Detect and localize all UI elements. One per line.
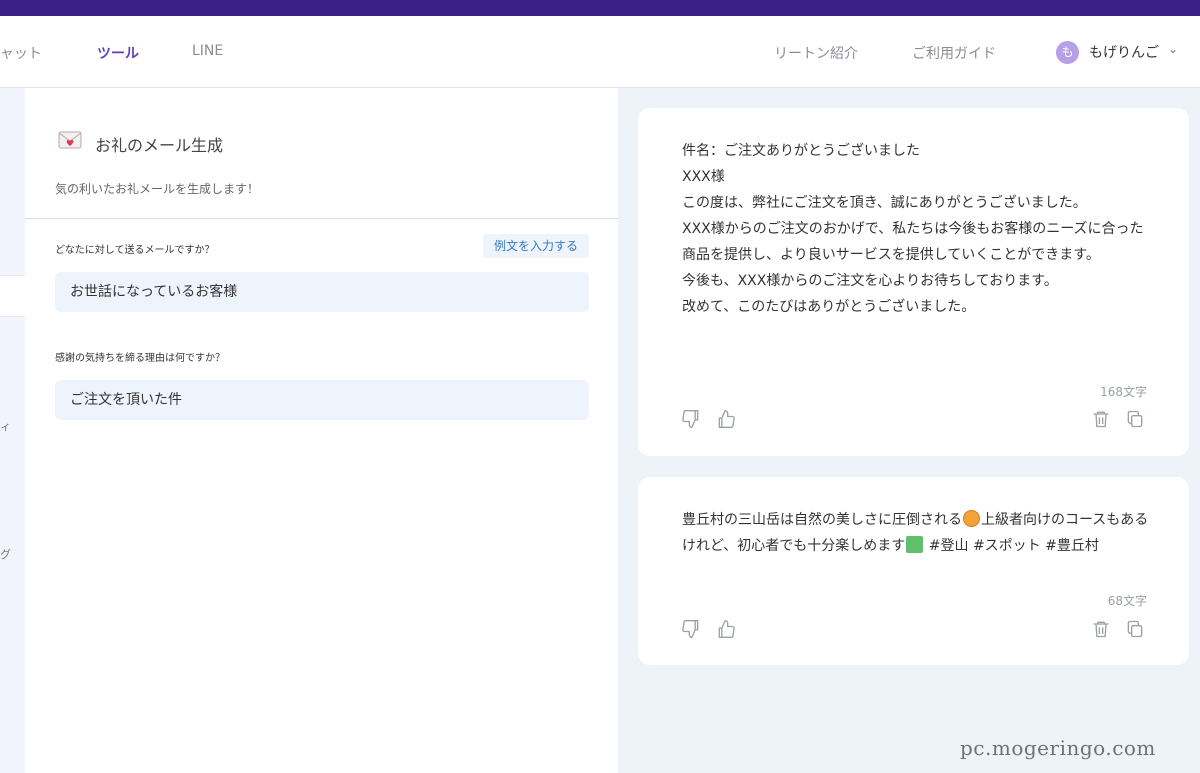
sidebar-item-fragment[interactable]: グ [0,546,11,562]
top-bar [0,0,1200,16]
sidebar: ィ グ [0,88,25,773]
result-line: この度は、弊社にご注文を頂き、誠にありがとうございました。 [682,195,1087,211]
thumbs-down-icon[interactable] [681,619,701,639]
trash-icon[interactable] [1091,619,1111,639]
reason-question-label: 感謝の気持ちを締る理由は何ですか？ [55,353,225,364]
thumbs-down-icon[interactable] [681,409,701,429]
top-navigation: チャット ツール LINE リートン紹介 ご利用ガイド も もげりんご ⌄ [0,16,1200,88]
avatar[interactable]: も [1056,41,1079,64]
result-text-part: 豊丘村の三山岳は自然の美しさに圧倒される [682,512,962,528]
mountain-emoji-icon [906,536,924,553]
result-line: 改めて、このたびはありがとうございました。 [682,299,976,315]
recipient-question-label: どなたに対して送るメールですか？ [55,245,215,256]
fill-example-button[interactable]: 例文を入力する [483,234,589,258]
chevron-down-icon[interactable]: ⌄ [1168,42,1178,56]
sidebar-item-selected[interactable] [0,275,25,317]
thumbs-up-icon[interactable] [716,619,736,639]
nav-item-wrtn-intro[interactable]: リートン紹介 [774,43,858,63]
nav-item-chat[interactable]: チャット [0,43,42,63]
result-text[interactable]: 件名：ご注文ありがとうございました XXX様 この度は、弊社にご注文を頂き、誠に… [682,138,1152,320]
result-hashtags: #登山 #スポット #豊丘村 [924,538,1099,554]
result-line: XXX様からのご注文のおかげで、私たちは今後もお客様のニーズに合った商品を提供し… [682,221,1144,263]
tool-form-panel: お礼のメール生成 気の利いたお礼メールを生成します！ どなたに対して送るメールで… [25,88,618,773]
result-line: 今後も、XXX様からのご注文を心よりお待ちしております。 [682,273,1058,289]
nav-item-tools[interactable]: ツール [97,43,139,63]
character-count: 68文字 [1107,594,1147,608]
result-text[interactable]: 豊丘村の三山岳は自然の美しさに圧倒される 上級者向けのコースもあるけれど、初心者で… [682,507,1152,559]
trash-icon[interactable] [1091,409,1111,429]
copy-icon[interactable] [1125,619,1145,639]
copy-icon[interactable] [1125,409,1145,429]
tool-description: 気の利いたお礼メールを生成します！ [55,182,260,196]
username[interactable]: もげりんご [1089,42,1159,62]
thumbs-up-icon[interactable] [716,409,736,429]
envelope-heart-icon [58,130,82,150]
reason-input[interactable]: ご注文を頂いた件 [55,380,589,420]
watermark: pc.mogeringo.com [960,736,1156,760]
character-count: 168文字 [1100,385,1147,399]
tool-title: お礼のメール生成 [95,136,224,155]
result-line: XXX様 [682,169,725,185]
sidebar-item-fragment[interactable]: ィ [0,418,11,434]
result-line: 件名：ご注文ありがとうございました [682,143,920,159]
divider [25,218,618,219]
result-card: 豊丘村の三山岳は自然の美しさに圧倒される 上級者向けのコースもあるけれど、初心者で… [638,477,1189,665]
star-struck-emoji-icon [963,510,980,527]
nav-item-line[interactable]: LINE [192,43,223,59]
nav-item-guide[interactable]: ご利用ガイド [912,43,996,63]
recipient-input[interactable]: お世話になっているお客様 [55,272,589,312]
result-card: 件名：ご注文ありがとうございました XXX様 この度は、弊社にご注文を頂き、誠に… [638,108,1189,456]
